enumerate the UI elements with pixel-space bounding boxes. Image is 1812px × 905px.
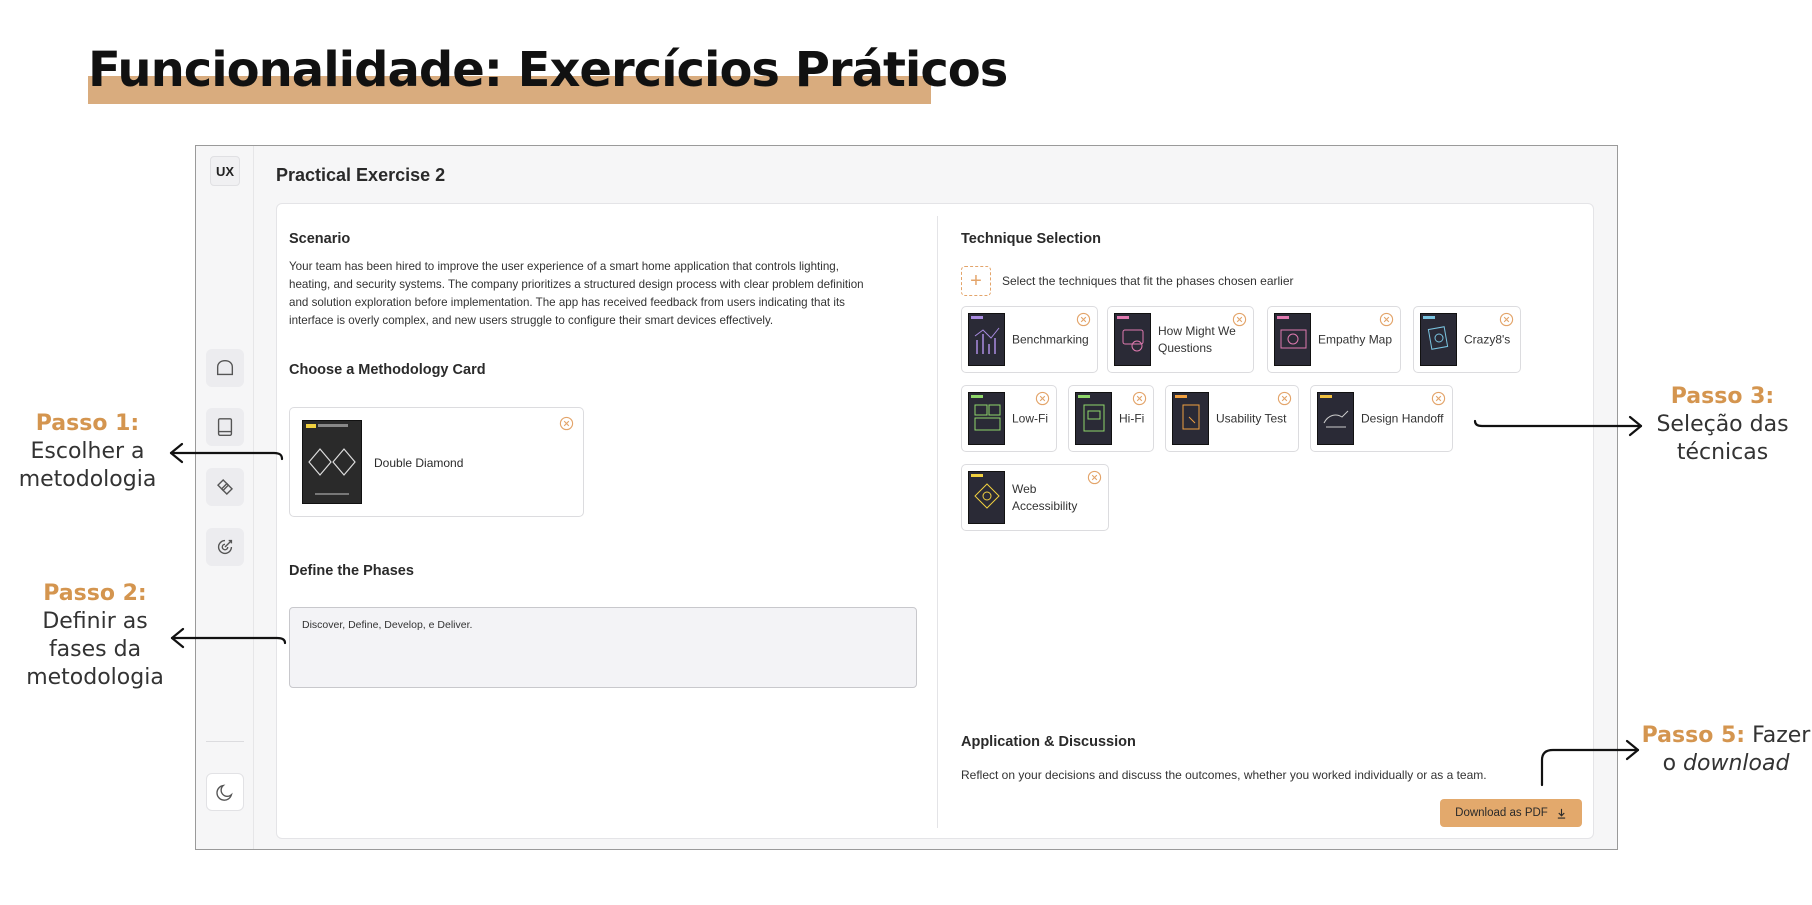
double-diamond-thumbnail bbox=[302, 420, 362, 504]
technique-card[interactable]: Low-Fi bbox=[961, 385, 1057, 452]
technique-label: Empathy Map bbox=[1318, 332, 1393, 346]
annotation-step-label: Passo 2: bbox=[43, 581, 147, 606]
remove-technique-icon[interactable] bbox=[1431, 391, 1446, 406]
phases-heading: Define the Phases bbox=[289, 563, 414, 579]
moon-icon bbox=[216, 784, 233, 801]
scenario-heading: Scenario bbox=[289, 231, 351, 247]
double-diamond-icon bbox=[306, 424, 356, 495]
annotation-line: Passo 5: Fazer bbox=[1640, 722, 1812, 750]
technique-card[interactable]: Usability Test bbox=[1165, 385, 1299, 452]
methodology-heading: Choose a Methodology Card bbox=[289, 362, 486, 378]
remove-technique-icon[interactable] bbox=[1087, 470, 1102, 485]
annotation-line: Definir as bbox=[42, 609, 148, 634]
technique-label: Low-Fi bbox=[1012, 411, 1049, 425]
technique-thumbnail bbox=[968, 392, 1005, 445]
technique-thumbnail bbox=[1274, 313, 1311, 366]
technique-label: Crazy8's bbox=[1464, 332, 1511, 346]
technique-card[interactable]: Crazy8's bbox=[1413, 306, 1521, 373]
annotation-text: Fazer bbox=[1745, 723, 1811, 748]
technique-card[interactable]: Benchmarking bbox=[961, 306, 1098, 373]
download-icon bbox=[1557, 808, 1566, 819]
technique-label: How Might We Questions bbox=[1158, 323, 1236, 355]
annotation-text: o bbox=[1662, 751, 1684, 776]
annotation-line: Escolher a bbox=[30, 439, 145, 464]
app-window: UX Practical Exercise 2 Scenario Your te… bbox=[195, 145, 1618, 850]
remove-technique-icon[interactable] bbox=[1132, 391, 1147, 406]
exercise-card: Scenario Your team has been hired to imp… bbox=[276, 203, 1594, 839]
download-pdf-button[interactable]: Download as PDF bbox=[1440, 799, 1582, 827]
plus-icon: + bbox=[970, 270, 982, 292]
annotation-text-emphasis: download bbox=[1683, 751, 1790, 776]
scenario-line: interface is overly complex, and new use… bbox=[289, 314, 774, 327]
remove-technique-icon[interactable] bbox=[1499, 312, 1514, 327]
annotation-line: o download bbox=[1640, 750, 1812, 778]
sidebar-item-home[interactable] bbox=[206, 349, 244, 387]
sidebar-item-target[interactable] bbox=[206, 528, 244, 566]
annotation-step-label: Passo 3: bbox=[1670, 384, 1775, 409]
technique-thumbnail bbox=[968, 471, 1005, 524]
technique-label: Benchmarking bbox=[1012, 332, 1089, 346]
annotation-step-label: Passo 5: bbox=[1641, 723, 1746, 748]
theme-toggle-button[interactable] bbox=[206, 773, 244, 811]
target-icon bbox=[217, 539, 233, 555]
remove-technique-icon[interactable] bbox=[1076, 312, 1091, 327]
remove-technique-icon[interactable] bbox=[1232, 312, 1247, 327]
application-heading: Application & Discussion bbox=[961, 734, 1136, 750]
column-divider bbox=[937, 216, 938, 828]
technique-thumbnail bbox=[1172, 392, 1209, 445]
remove-technique-icon[interactable] bbox=[1035, 391, 1050, 406]
book-icon bbox=[217, 418, 233, 436]
sidebar: UX bbox=[196, 146, 254, 849]
sidebar-item-cards[interactable] bbox=[206, 468, 244, 506]
technique-label: Web Accessibility bbox=[1012, 481, 1078, 513]
home-icon bbox=[216, 359, 234, 376]
annotation-line: metodologia bbox=[26, 665, 164, 690]
annotation-step-3: Passo 3: Seleção das técnicas bbox=[1645, 383, 1800, 467]
technique-card[interactable]: How Might We Questions bbox=[1107, 306, 1254, 373]
scenario-line: heating, and security systems. The compa… bbox=[289, 278, 864, 291]
technique-thumbnail bbox=[968, 313, 1005, 366]
scenario-line: Your team has been hired to improve the … bbox=[289, 260, 839, 273]
remove-methodology-icon[interactable] bbox=[559, 416, 574, 431]
annotation-step-1: Passo 1: Escolher a metodologia bbox=[10, 410, 165, 494]
annotation-line: metodologia bbox=[18, 467, 157, 492]
technique-thumbnail bbox=[1075, 392, 1112, 445]
annotation-step-5: Passo 5: Fazer o download bbox=[1640, 722, 1812, 778]
slide-title-text: Funcionalidade: Exercícios Práticos bbox=[88, 42, 1008, 98]
add-technique-button[interactable]: + bbox=[961, 266, 991, 296]
download-pdf-label: Download as PDF bbox=[1455, 807, 1548, 819]
remove-technique-icon[interactable] bbox=[1277, 391, 1292, 406]
annotation-step-label: Passo 1: bbox=[35, 411, 140, 436]
technique-hint: + Select the techniques that fit the pha… bbox=[961, 266, 1294, 296]
remove-technique-icon[interactable] bbox=[1379, 312, 1394, 327]
technique-heading: Technique Selection bbox=[961, 231, 1101, 247]
technique-card[interactable]: Design Handoff bbox=[1310, 385, 1453, 452]
technique-card[interactable]: Empathy Map bbox=[1267, 306, 1401, 373]
app-logo[interactable]: UX bbox=[210, 156, 240, 186]
sidebar-item-book[interactable] bbox=[206, 408, 244, 446]
scenario-line: and solution exploration before implemen… bbox=[289, 296, 845, 309]
technique-hint-text: Select the techniques that fit the phase… bbox=[1002, 274, 1294, 288]
technique-card[interactable]: Web Accessibility bbox=[961, 464, 1109, 531]
application-description: Reflect on your decisions and discuss th… bbox=[961, 768, 1487, 782]
technique-thumbnail bbox=[1317, 392, 1354, 445]
annotation-line: técnicas bbox=[1676, 440, 1769, 465]
phases-textarea[interactable]: Discover, Define, Develop, e Deliver. bbox=[289, 607, 917, 688]
annotation-line: Seleção das bbox=[1656, 412, 1789, 437]
technique-thumbnail bbox=[1420, 313, 1457, 366]
sidebar-divider bbox=[206, 741, 244, 742]
scenario-text: Your team has been hired to improve the … bbox=[289, 258, 919, 330]
methodology-card[interactable]: Double Diamond bbox=[289, 407, 584, 517]
slide-title: Funcionalidade: Exercícios Práticos bbox=[88, 42, 1008, 98]
page-title: Practical Exercise 2 bbox=[276, 165, 446, 185]
technique-label: Design Handoff bbox=[1361, 411, 1444, 425]
methodology-card-label: Double Diamond bbox=[374, 456, 464, 470]
annotation-step-2: Passo 2: Definir as fases da metodologia bbox=[15, 580, 175, 692]
annotation-line: fases da bbox=[48, 637, 142, 662]
technique-thumbnail bbox=[1114, 313, 1151, 366]
cards-icon bbox=[217, 479, 233, 495]
technique-card[interactable]: Hi-Fi bbox=[1068, 385, 1154, 452]
technique-label: Hi-Fi bbox=[1119, 411, 1145, 425]
technique-label: Usability Test bbox=[1216, 411, 1287, 425]
